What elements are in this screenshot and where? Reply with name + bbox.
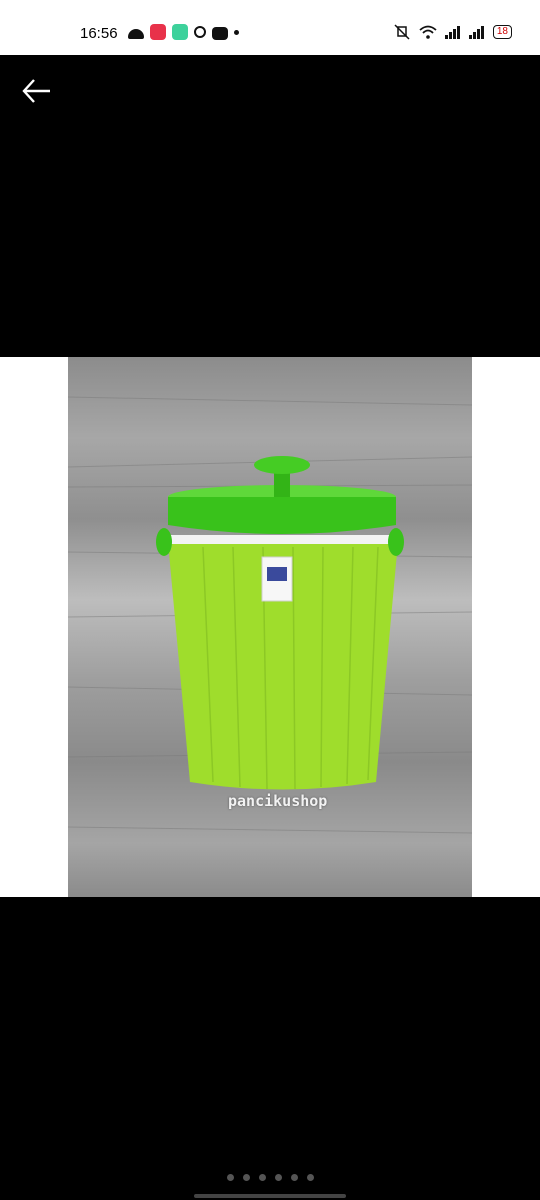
watermark-text: pancikushop [228, 792, 328, 810]
cloud-icon [128, 28, 144, 39]
page-dot[interactable] [306, 1174, 314, 1181]
page-dot[interactable] [242, 1174, 250, 1181]
status-icons-right: 18 [393, 24, 512, 40]
home-indicator[interactable] [194, 1194, 346, 1198]
signal-icon [444, 26, 460, 39]
youtube-icon [212, 26, 228, 40]
wifi-icon [419, 25, 437, 39]
image-padding-left [0, 357, 68, 897]
bucket-illustration [68, 396, 472, 834]
status-icons-left [128, 24, 239, 40]
screen-record-icon [150, 24, 166, 40]
more-dot-icon [234, 29, 239, 35]
back-button[interactable] [20, 76, 54, 106]
page-dot[interactable] [290, 1174, 298, 1181]
product-image[interactable] [68, 357, 472, 897]
status-time: 16:56 [80, 25, 118, 42]
signal-icon-2 [468, 26, 484, 39]
page-dot[interactable] [226, 1174, 234, 1181]
app-icon [172, 24, 188, 40]
mute-vibrate-icon [394, 24, 410, 40]
google-icon [194, 26, 206, 38]
arrow-left-icon [22, 79, 50, 103]
page-dot[interactable] [258, 1174, 266, 1181]
pagination-dots [0, 1174, 540, 1181]
image-padding-right [472, 357, 540, 897]
battery-indicator: 18 [492, 25, 512, 39]
status-bar: 16:56 18 [0, 0, 540, 55]
page-dot[interactable] [274, 1174, 282, 1181]
